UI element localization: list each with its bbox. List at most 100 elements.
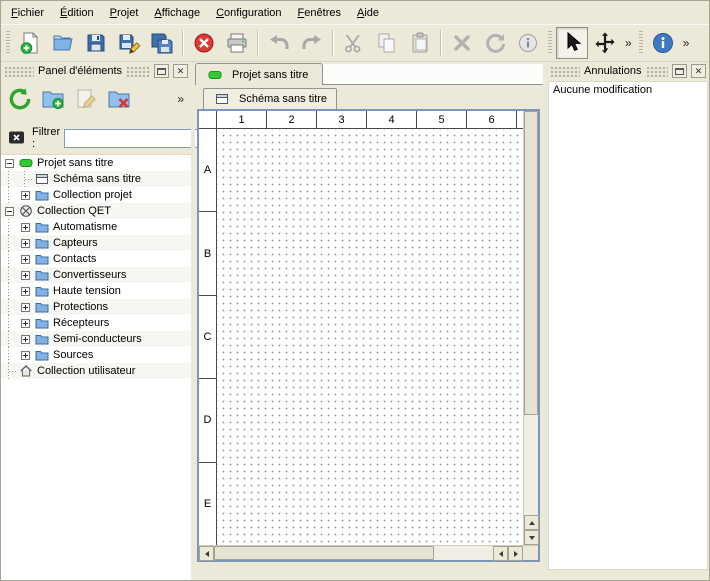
schema-canvas[interactable] [217,129,523,545]
save-all-button[interactable] [146,27,178,59]
scroll-up-button[interactable] [524,515,539,530]
undo-history-list[interactable]: Aucune modification [548,81,708,570]
clear-filter-button[interactable] [6,128,28,148]
toolbar-grip[interactable] [6,31,10,55]
dock-grip [550,66,580,77]
expand-icon[interactable] [17,267,33,283]
collapse-icon[interactable] [1,155,17,171]
horizontal-scroll-thumb[interactable] [214,546,434,560]
folder-icon [33,348,50,362]
menu-fichier[interactable]: Fichier [3,4,52,23]
menu-configuration[interactable]: Configuration [208,4,289,23]
scroll-left-button-2[interactable] [493,546,508,561]
save-button[interactable] [80,27,112,59]
toolbar-grip[interactable] [639,31,643,55]
menu-edition[interactable]: Édition [52,4,102,23]
menu-affichage[interactable]: Affichage [146,4,208,23]
project-tab-label: Projet sans titre [232,69,308,81]
vertical-scroll-thumb[interactable] [524,111,538,415]
cut-button[interactable] [338,27,370,59]
open-file-button[interactable] [47,27,79,59]
select-mode-button[interactable] [556,27,588,59]
elements-panel: Panel d'éléments ✕ [1,62,191,580]
save-all-icon [150,31,174,55]
copy-button[interactable] [371,27,403,59]
tree-item-collection-projet[interactable]: Collection projet [1,187,191,203]
filter-row: Filtrer : [1,126,191,150]
scroll-left-button[interactable] [199,546,214,561]
close-panel-button[interactable]: ✕ [173,64,188,78]
expand-icon[interactable] [17,187,33,203]
vertical-scroll-track[interactable] [524,415,538,515]
float-panel-button[interactable] [154,64,169,78]
ruler-column: 1 [217,111,267,129]
toolbar-grip[interactable] [548,31,552,55]
toolbar-overflow-button[interactable]: » [622,28,635,58]
tree-item-sources[interactable]: Sources [1,347,191,363]
tree-item-collection-utilisateur[interactable]: Collection utilisateur [1,363,191,379]
folder-icon [33,188,50,202]
expand-icon[interactable] [17,347,33,363]
scroll-down-button[interactable] [524,530,539,545]
edit-element-button[interactable] [71,84,101,114]
tree-item-haute-tension[interactable]: Haute tension [1,283,191,299]
delete-element-button[interactable] [104,84,134,114]
menu-aide[interactable]: Aide [349,4,387,23]
float-panel-button[interactable] [672,64,687,78]
panel-overflow-button[interactable]: » [174,84,187,114]
tree-item-semi-conducteurs[interactable]: Semi-conducteurs [1,331,191,347]
expand-icon[interactable] [17,299,33,315]
tree-item-convertisseurs[interactable]: Convertisseurs [1,267,191,283]
horizontal-scrollbar[interactable] [199,545,523,560]
move-mode-button[interactable] [589,27,621,59]
redo-button[interactable] [296,27,328,59]
tree-item-capteurs[interactable]: Capteurs [1,235,191,251]
print-button[interactable] [221,27,253,59]
schema-tab[interactable]: Schéma sans titre [203,88,337,109]
scroll-right-button[interactable] [508,546,523,561]
new-element-button[interactable] [38,84,68,114]
tree-item-contacts[interactable]: Contacts [1,251,191,267]
down-arrow-icon [529,536,535,540]
paste-button[interactable] [404,27,436,59]
rotate-button[interactable] [479,27,511,59]
horizontal-scroll-track[interactable] [434,546,493,560]
tree-item-projet-sans-titre[interactable]: Projet sans titre [1,155,191,171]
edit-element-icon [74,87,98,111]
expand-icon[interactable] [17,331,33,347]
reload-collections-button[interactable] [5,84,35,114]
schema-tab-bar: Schéma sans titre [197,87,540,109]
info-button[interactable] [512,27,544,59]
vertical-scrollbar[interactable] [523,111,538,545]
expand-icon[interactable] [17,251,33,267]
ruler-column: 6 [467,111,517,129]
expand-icon[interactable] [17,283,33,299]
left-arrow-icon [205,551,209,557]
menu-fenetres[interactable]: Fenêtres [290,4,349,23]
delete-button[interactable] [446,27,478,59]
tree-guide [1,299,17,315]
expand-icon[interactable] [17,219,33,235]
expand-icon[interactable] [17,235,33,251]
undo-button[interactable] [263,27,295,59]
close-file-button[interactable] [188,27,220,59]
tree-item-automatisme[interactable]: Automatisme [1,219,191,235]
tree-item-schema-sans-titre[interactable]: Schéma sans titre [1,171,191,187]
about-button[interactable] [647,27,679,59]
menu-projet[interactable]: Projet [102,4,147,23]
tree-item-protections[interactable]: Protections [1,299,191,315]
elements-panel-titlebar[interactable]: Panel d'éléments ✕ [1,62,191,80]
expand-icon[interactable] [17,315,33,331]
close-panel-button[interactable]: ✕ [691,64,706,78]
help-overflow-button[interactable]: » [680,28,693,58]
collapse-icon[interactable] [1,203,17,219]
tree-item-collection-qet[interactable]: Collection QET [1,203,191,219]
undo-panel-titlebar[interactable]: Annulations ✕ [547,62,709,80]
save-as-button[interactable] [113,27,145,59]
app-window: Fichier Édition Projet Affichage Configu… [0,0,710,581]
tree-item-recepteurs[interactable]: Récepteurs [1,315,191,331]
new-file-button[interactable] [14,27,46,59]
project-tab-bar: Projet sans titre [195,62,543,85]
project-tab[interactable]: Projet sans titre [195,63,323,85]
elements-tree: Projet sans titre Schéma sans titre Coll… [1,154,191,580]
